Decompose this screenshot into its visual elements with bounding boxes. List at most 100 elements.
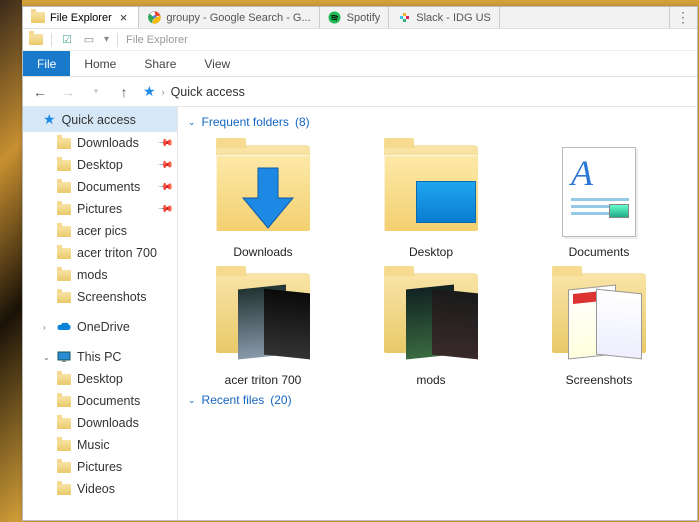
folder-label: Desktop [409,245,453,259]
preview-image [264,289,310,360]
folder-item-documents[interactable]: A Documents [524,141,674,259]
folder-icon [57,202,71,216]
sidebar-item-label: Videos [77,482,115,496]
tab-label: groupy - Google Search - G... [166,12,310,24]
folder-icon [57,136,71,150]
breadcrumb[interactable]: ★ › Quick access [143,83,689,100]
sidebar-item-screenshots[interactable]: Screenshots [23,286,177,308]
close-icon[interactable]: × [117,10,131,25]
tab-slack[interactable]: Slack - IDG US [389,7,500,28]
sidebar-item-pc-documents[interactable]: Documents [23,390,177,412]
ribbon-tab-file[interactable]: File [23,51,70,76]
tab-label: Spotify [347,12,381,24]
chevron-right-icon: › [162,87,165,97]
sidebar-item-label: Quick access [62,113,136,127]
sidebar-item-documents[interactable]: Documents📌 [23,176,177,198]
tab-file-explorer[interactable]: File Explorer × [23,7,139,28]
section-count: (8) [295,115,310,129]
sidebar-item-pc-videos[interactable]: Videos [23,478,177,500]
chrome-icon [147,11,161,25]
sidebar-item-acer-pics[interactable]: acer pics [23,220,177,242]
groupy-tabbar: File Explorer × groupy - Google Search -… [23,7,697,29]
more-icon: ⋮ [676,9,691,26]
window-title: File Explorer [126,34,188,46]
ribbon: File Home Share View [23,51,697,77]
quick-access-toolbar: ☑ ▭ ▾ File Explorer [23,29,697,51]
sidebar-item-label: OneDrive [77,320,130,334]
nav-back-button[interactable]: ← [31,84,49,100]
document-icon: A [562,147,636,237]
section-frequent-folders[interactable]: ⌄ Frequent folders (8) [178,111,697,133]
download-arrow-icon [238,163,298,233]
qat-dropdown-icon[interactable]: ▾ [104,34,109,45]
sidebar-item-pc-downloads[interactable]: Downloads [23,412,177,434]
chevron-right-icon: › [43,323,51,332]
ribbon-tab-home[interactable]: Home [70,51,130,76]
sidebar-item-desktop[interactable]: Desktop 📌 [23,154,177,176]
sidebar-item-mods[interactable]: mods [23,264,177,286]
folder-icon [31,11,45,25]
folder-item-downloads[interactable]: Downloads [188,141,338,259]
nav-forward-button[interactable]: → [59,84,77,100]
quick-access-icon: ★ [43,111,56,128]
tab-label: Slack - IDG US [416,12,491,24]
folder-thumbnail [376,269,486,367]
sidebar-item-acer-triton[interactable]: acer triton 700 [23,242,177,264]
section-recent-files[interactable]: ⌄ Recent files (20) [178,389,697,411]
folder-label: Downloads [233,245,292,259]
sidebar-item-downloads[interactable]: Downloads📌 [23,132,177,154]
tab-label: File Explorer [50,12,112,24]
separator [117,33,118,47]
sidebar-item-this-pc[interactable]: ⌄ This PC [23,346,177,368]
folder-item-acer-triton[interactable]: acer triton 700 [188,269,338,387]
folder-item-screenshots[interactable]: Screenshots [524,269,674,387]
sidebar-item-pc-pictures[interactable]: Pictures [23,456,177,478]
content-pane: ⌄ Frequent folders (8) Downloads [177,107,697,520]
sidebar-item-label: This PC [77,350,121,364]
nav-up-button[interactable]: ↑ [115,84,133,100]
desktop-background [0,0,22,522]
folder-icon [57,482,71,496]
folder-icon [57,394,71,408]
folder-grid-row: Downloads Desktop A [178,133,697,261]
sidebar-item-pc-music[interactable]: Music [23,434,177,456]
pin-icon: 📌 [156,179,173,196]
pin-icon: 📌 [156,157,173,174]
ribbon-tab-share[interactable]: Share [130,51,190,76]
spotify-icon [328,11,342,25]
tab-overflow-button[interactable]: ⋮ [669,7,697,28]
folder-icon [57,246,71,260]
sidebar-item-label: mods [77,268,108,282]
properties-icon[interactable]: ☑ [60,33,74,47]
folder-icon[interactable] [29,33,43,47]
sidebar-item-label: Desktop [77,158,123,172]
sidebar-item-onedrive[interactable]: › OneDrive [23,316,177,338]
monitor-icon [416,181,476,223]
ribbon-tab-view[interactable]: View [190,51,244,76]
sidebar-item-label: acer triton 700 [77,246,157,260]
file-explorer-window: File Explorer × groupy - Google Search -… [22,6,698,521]
explorer-body: ★ Quick access Downloads📌 Desktop📌 Docum… [23,107,697,520]
new-folder-icon[interactable]: ▭ [82,33,96,47]
folder-thumbnail [376,141,486,239]
sidebar-item-label: Downloads [77,136,139,150]
quick-access-icon: ★ [143,83,156,100]
address-bar: ← → ▾ ↑ ★ › Quick access [23,77,697,107]
sidebar-item-label: Music [77,438,110,452]
sidebar-item-pc-desktop[interactable]: Desktop [23,368,177,390]
section-count: (20) [270,393,291,407]
folder-item-mods[interactable]: mods [356,269,506,387]
sidebar-item-quick-access[interactable]: ★ Quick access [23,107,177,132]
folder-item-desktop[interactable]: Desktop [356,141,506,259]
tab-chrome[interactable]: groupy - Google Search - G... [139,7,319,28]
section-label: Recent files [202,393,265,407]
sidebar-item-label: Screenshots [77,290,146,304]
folder-thumbnail [208,269,318,367]
tab-spotify[interactable]: Spotify [320,7,390,28]
folder-label: acer triton 700 [225,373,302,387]
sidebar-item-pictures[interactable]: Pictures📌 [23,198,177,220]
folder-icon [57,180,71,194]
folder-label: mods [416,373,445,387]
nav-history-dropdown[interactable]: ▾ [87,86,105,97]
separator [51,33,52,47]
